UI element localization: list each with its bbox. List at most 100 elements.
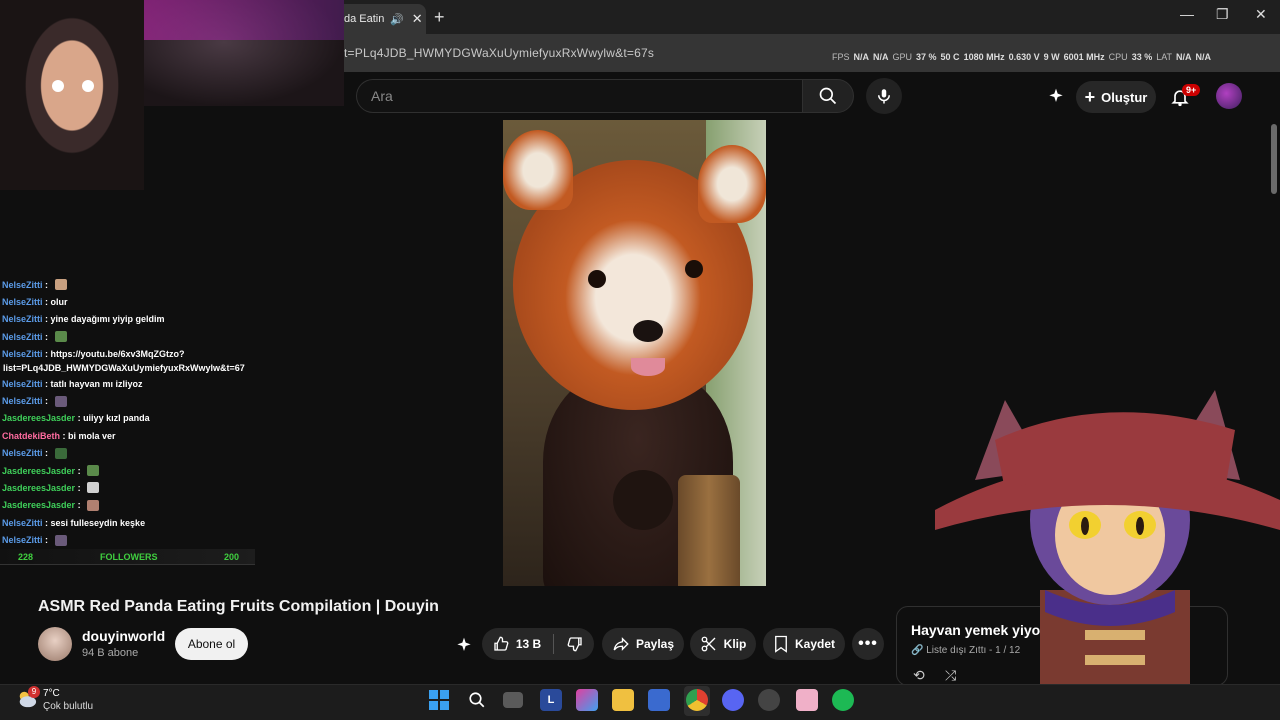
chat-username[interactable]: JasdereesJasder <box>2 483 75 493</box>
chat-username[interactable]: NelseZitti <box>2 448 43 458</box>
notification-badge: 9+ <box>1182 84 1201 96</box>
chat-message: NelseZitti : <box>2 276 272 293</box>
create-label: Oluştur <box>1101 89 1148 105</box>
dislike-icon[interactable] <box>566 635 584 653</box>
window-close-icon[interactable]: ✕ <box>1255 6 1267 23</box>
stream-chat: NelseZitti : NelseZitti : olur NelseZitti… <box>2 276 272 549</box>
chat-username[interactable]: NelseZitti <box>2 379 43 389</box>
chat-message: JasdereesJasder : <box>2 462 272 479</box>
chat-text: https://youtu.be/6xv3MqZGtzo? <box>50 349 185 360</box>
like-icon[interactable] <box>492 635 510 653</box>
discord-icon[interactable] <box>722 689 744 711</box>
sparkle-icon[interactable] <box>1046 87 1066 107</box>
chat-username[interactable]: NelseZitti <box>2 535 43 545</box>
secondary-camera <box>144 0 344 106</box>
channel-name[interactable]: douyinworld <box>82 628 165 644</box>
channel-avatar[interactable] <box>38 627 72 661</box>
windows-start-icon[interactable] <box>428 689 450 711</box>
chat-message: NelseZitti : https://youtu.be/6xv3MqZGtz… <box>2 346 272 363</box>
video-title: ASMR Red Panda Eating Fruits Compilation… <box>38 598 439 615</box>
share-icon <box>613 637 629 651</box>
stat-value: 50 C <box>940 52 960 62</box>
chat-message: JasdereesJasder : <box>2 479 272 496</box>
taskbar-search-icon[interactable] <box>466 689 488 711</box>
search-button[interactable] <box>802 79 854 113</box>
speaker-icon[interactable]: 🔊 <box>390 13 404 26</box>
chat-message: list=PLq4JDB_HWMYDGWaXuUymiefyuxRxWwylw&… <box>2 363 272 375</box>
chat-text: list=PLq4JDB_HWMYDGWaXuUymiefyuxRxWwylw&… <box>3 362 245 373</box>
stat-label: LAT <box>1156 52 1173 62</box>
search-input[interactable]: Ara <box>356 79 802 113</box>
chat-separator: : <box>42 279 51 290</box>
save-button[interactable]: Kaydet <box>763 628 845 660</box>
account-avatar[interactable] <box>1216 83 1242 109</box>
minimize-icon[interactable]: — <box>1180 6 1194 22</box>
chat-emote-icon <box>54 447 67 459</box>
vtube-studio-icon[interactable] <box>796 689 818 711</box>
stat-value: 33 % <box>1131 52 1153 62</box>
chat-separator: : <box>42 396 51 407</box>
weather-temp: 7°C <box>43 688 60 699</box>
chat-username[interactable]: NelseZitti <box>2 280 43 290</box>
chat-separator: : <box>60 430 69 441</box>
chat-username[interactable]: JasdereesJasder <box>2 466 75 476</box>
chat-emote-icon <box>87 482 100 494</box>
chat-username[interactable]: NelseZitti <box>2 332 43 342</box>
bookmark-icon <box>775 635 787 653</box>
url-field[interactable]: t=PLq4JDB_HWMYDGWaXuUymiefyuxRxWwylw&t=6… <box>344 46 654 60</box>
chat-username[interactable]: JasdereesJasder <box>2 413 75 423</box>
browser-tab[interactable]: da Eating 🔊 ✕ <box>330 4 426 34</box>
microsoft-store-icon[interactable] <box>648 689 670 711</box>
chat-message: NelseZitti : <box>2 445 272 462</box>
chat-separator: : <box>42 517 51 528</box>
share-button[interactable]: Paylaş <box>602 628 684 660</box>
link-icon: 🔗 <box>911 645 924 656</box>
chat-username[interactable]: JasdereesJasder <box>2 500 75 510</box>
like-dislike-group: 13 B <box>482 628 594 660</box>
chrome-icon[interactable] <box>686 689 708 711</box>
stat-value: N/A <box>853 52 870 62</box>
chat-separator: : <box>75 482 84 493</box>
video-player[interactable] <box>503 120 766 586</box>
close-tab-icon[interactable]: ✕ <box>412 11 423 27</box>
scroll-thumb[interactable] <box>1271 124 1277 194</box>
restore-icon[interactable]: ❐ <box>1216 6 1229 23</box>
tab-title: da Eating <box>344 13 384 25</box>
chat-message: NelseZitti : <box>2 392 272 409</box>
new-tab-button[interactable]: + <box>434 7 445 28</box>
chat-username[interactable]: NelseZitti <box>2 314 43 324</box>
chat-text: bi mola ver <box>68 430 116 441</box>
subscribe-button[interactable]: Abone ol <box>175 628 248 660</box>
stat-value: N/A <box>1195 52 1212 62</box>
stat-value: 9 W <box>1043 52 1060 62</box>
create-button[interactable]: + Oluştur <box>1076 81 1156 113</box>
chat-emote-icon <box>54 279 67 291</box>
stat-label: CPU <box>1108 52 1128 62</box>
ask-sparkle-icon[interactable] <box>454 636 474 656</box>
microsoft-365-icon[interactable] <box>576 689 598 711</box>
chat-username[interactable]: NelseZitti <box>2 297 43 307</box>
stat-value: 37 % <box>916 52 937 62</box>
chat-username[interactable]: ChatdekiBeth <box>2 431 60 441</box>
microphone-icon <box>878 89 890 104</box>
scissors-icon <box>701 636 716 652</box>
task-view-icon[interactable] <box>503 692 523 708</box>
clip-button[interactable]: Klip <box>690 628 756 660</box>
obs-icon[interactable] <box>758 689 780 711</box>
chat-username[interactable]: NelseZitti <box>2 349 43 359</box>
voice-search-button[interactable] <box>866 78 902 114</box>
chat-text: olur <box>50 297 68 308</box>
followers-goal: 200 <box>224 551 240 562</box>
chat-username[interactable]: NelseZitti <box>2 518 43 528</box>
more-actions-button[interactable]: ••• <box>852 628 884 660</box>
chat-username[interactable]: NelseZitti <box>2 396 43 406</box>
vtuber-avatar <box>935 390 1280 685</box>
spotify-icon[interactable] <box>832 689 854 711</box>
chat-separator: : <box>42 314 51 325</box>
file-explorer-icon[interactable] <box>612 689 634 711</box>
loop-icon[interactable]: ⟲ <box>913 667 925 684</box>
like-count[interactable]: 13 B <box>516 637 541 651</box>
chat-emote-icon <box>54 534 67 546</box>
teams-icon[interactable]: L <box>540 689 562 711</box>
system-stats-overlay: FPS N/A N/A GPU 37 % 50 C 1080 MHz 0.630 V9 W 60… <box>832 52 1211 62</box>
